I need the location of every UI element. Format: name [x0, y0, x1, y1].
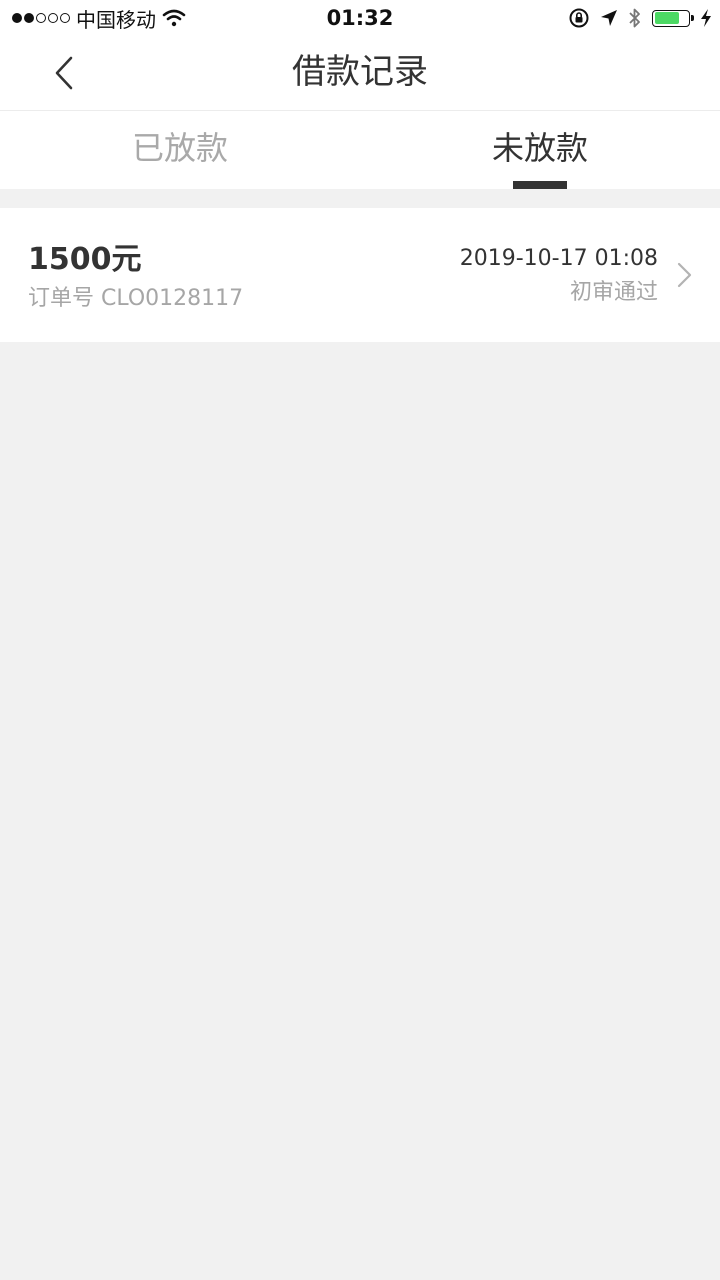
location-arrow-icon	[601, 10, 617, 26]
active-tab-indicator	[513, 181, 567, 189]
tab-not-disbursed[interactable]: 未放款	[360, 111, 720, 189]
loan-record-row[interactable]: 1500元 订单号 CLO0128117 2019-10-17 01:08 初审…	[0, 208, 720, 342]
battery-fill	[654, 12, 680, 24]
tab-bar: 已放款 未放款	[0, 111, 720, 189]
loan-amount: 1500元	[28, 242, 142, 277]
battery-icon	[652, 9, 694, 27]
status-right	[568, 6, 712, 30]
tab-label: 未放款	[491, 129, 588, 167]
tab-disbursed[interactable]: 已放款	[0, 111, 360, 189]
charging-bolt-icon	[701, 9, 711, 27]
page-title: 借款记录	[292, 52, 428, 92]
order-number: 订单号 CLO0128117	[28, 286, 244, 311]
loan-status: 初审通过	[569, 280, 658, 305]
loan-datetime: 2019-10-17 01:08	[459, 246, 658, 271]
status-bar: 中国移动 01:32	[0, 0, 720, 36]
top-bar: 中国移动 01:32 借款记录	[0, 0, 720, 111]
chevron-right-icon	[677, 262, 692, 288]
bluetooth-icon	[629, 8, 640, 28]
rotation-lock-icon	[569, 8, 589, 28]
tab-label: 已放款	[131, 129, 228, 167]
navigation-bar: 借款记录	[0, 36, 720, 110]
